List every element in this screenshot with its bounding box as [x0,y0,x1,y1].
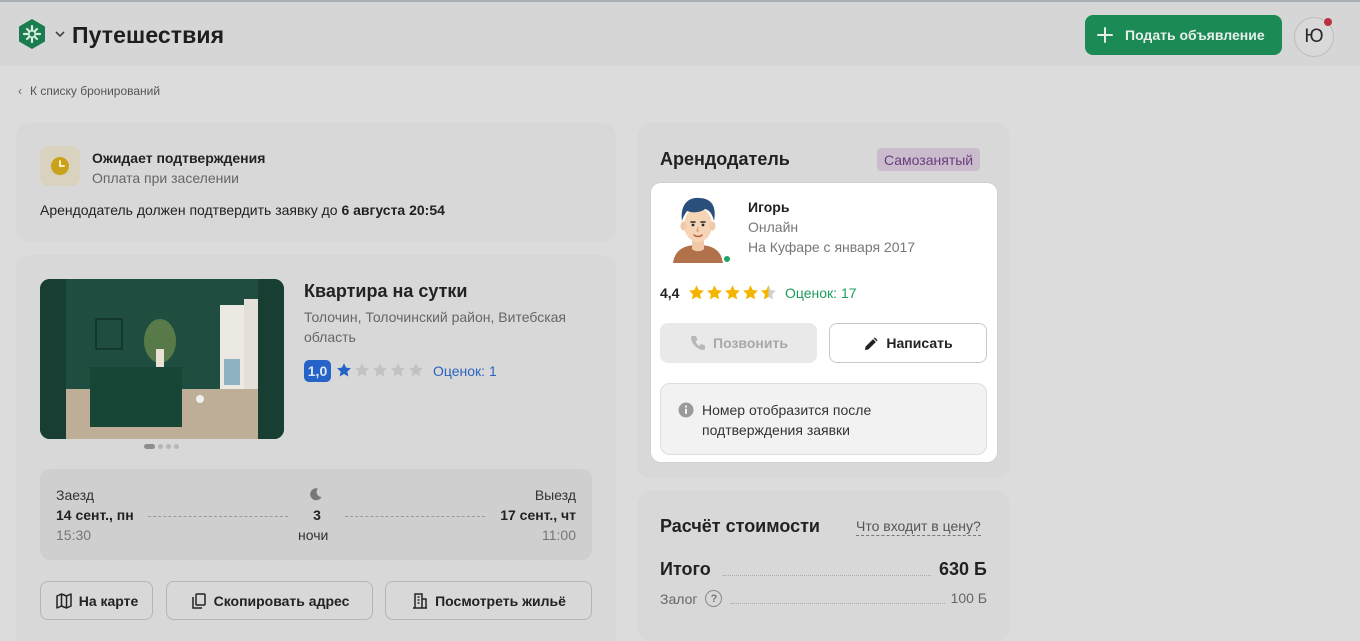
notification-dot [1323,17,1333,27]
call-button[interactable]: Позвонить [660,323,817,363]
online-indicator [722,254,732,264]
stay-dates-panel: Заезд 14 сент., пн 15:30 3 ночи Выезд 17… [40,469,592,560]
back-to-bookings-link[interactable]: К списку бронирований [30,84,160,98]
landlord-avatar[interactable] [667,191,729,263]
write-message-label: Написать [886,335,953,351]
total-label: Итого [660,559,711,579]
deposit-label: Залог [660,590,698,607]
star-filled-icon [707,285,722,300]
star-empty-icon [373,363,387,377]
confirmation-deadline-note: Арендодатель должен подтвердить заявку д… [40,202,445,218]
nights-count: 3 [313,507,321,523]
star-empty-icon [409,363,423,377]
phone-hidden-notice: Номер отобразится после подтверждения за… [660,383,987,455]
status-title: Ожидает подтверждения [92,150,266,166]
dates-divider [345,516,485,517]
star-empty-icon [391,363,405,377]
post-ad-button[interactable]: Подать объявление [1085,15,1282,55]
photo-dot[interactable] [166,444,171,449]
app-header: Путешествия Подать объявление Ю [0,2,1360,66]
view-home-label: Посмотреть жильё [435,592,566,609]
help-icon[interactable]: ? [705,590,723,607]
phone-icon [691,336,706,350]
landlord-name[interactable]: Игорь [748,199,789,215]
deposit-value: 100 Ƃ [950,590,987,606]
landlord-member-since: На Куфаре с января 2017 [748,239,916,255]
post-ad-label: Подать объявление [1125,27,1265,43]
star-filled-icon [689,285,704,300]
info-icon [678,402,694,418]
whats-included-link[interactable]: Что входит в цену? [856,518,981,536]
moon-icon [310,488,322,501]
checkin-date: 14 сент., пн [56,507,134,523]
clock-icon [40,146,80,186]
landlord-section-title: Арендодатель [660,149,790,169]
total-leader-dots [723,575,931,576]
price-section-title: Расчёт стоимости [660,516,820,536]
landlord-profile-panel: Игорь Онлайн На Куфаре с января 2017 4,4… [651,183,997,462]
nights-label: ночи [298,527,329,543]
star-filled-icon [725,285,740,300]
listing-title[interactable]: Квартира на сутки [304,281,468,302]
star-half-icon [761,285,776,300]
copy-icon [191,592,206,609]
breadcrumb[interactable]: ‹ К списку бронирований [18,84,160,98]
star-filled-icon [743,285,758,300]
map-icon [55,592,72,609]
chevron-left-icon: ‹ [18,84,22,98]
booking-status-card: Ожидает подтверждения Оплата при заселен… [16,123,616,242]
deposit-leader-dots [731,603,945,604]
copy-address-button[interactable]: Скопировать адрес [166,581,373,620]
checkout-time: 11:00 [542,527,576,543]
listing-address: Толочин, Толочинский район, Витебская об… [304,309,567,345]
deposit-row: Залог ? [660,590,723,607]
show-on-map-button[interactable]: На карте [40,581,153,620]
listing-card: Квартира на сутки Толочин, Толочинский р… [16,255,616,641]
landlord-online-status: Онлайн [748,219,799,235]
dates-divider [148,516,288,517]
call-label: Позвонить [713,335,788,351]
photo-dot[interactable] [158,444,163,449]
photo-dot[interactable] [174,444,179,449]
photo-pagination[interactable] [144,444,179,449]
copy-address-label: Скопировать адрес [213,592,350,609]
show-on-map-label: На карте [78,592,139,609]
page-title: Путешествия [72,22,225,48]
listing-star-rating [336,362,424,378]
write-message-button[interactable]: Написать [829,323,987,363]
listing-rating-badge: 1,0 [304,360,331,382]
kufar-logo-icon[interactable] [16,18,48,50]
star-empty-icon [355,363,369,377]
pencil-icon [865,336,879,350]
checkin-label: Заезд [56,487,95,503]
landlord-reviews-link[interactable]: Оценок: 17 [785,285,857,301]
view-home-button[interactable]: Посмотреть жильё [385,581,592,620]
photo-dot[interactable] [144,444,155,449]
self-employed-badge: Самозанятый [877,148,981,171]
landlord-rating-value: 4,4 [660,285,680,301]
building-icon [413,592,428,609]
listing-reviews-link[interactable]: Оценок: 1 [433,363,497,379]
listing-photo[interactable] [40,279,284,439]
deadline-date: 6 августа 20:54 [341,202,445,218]
avatar-letter: Ю [1304,26,1324,47]
star-filled-icon [337,363,351,377]
total-value: 630 Ƃ [939,559,987,579]
price-breakdown-card: Расчёт стоимости Что входит в цену? Итог… [637,491,1010,641]
checkout-date: 17 сент., чт [500,507,576,523]
deadline-prefix: Арендодатель должен подтвердить заявку д… [40,202,342,218]
plus-icon [1097,27,1113,43]
phone-note-text: Номер отобразится после подтверждения за… [702,402,872,438]
landlord-star-rating [688,284,777,301]
checkout-label: Выезд [534,487,576,503]
chevron-down-icon[interactable] [54,29,66,39]
status-subtitle: Оплата при заселении [92,170,239,186]
checkin-time: 15:30 [56,527,92,543]
